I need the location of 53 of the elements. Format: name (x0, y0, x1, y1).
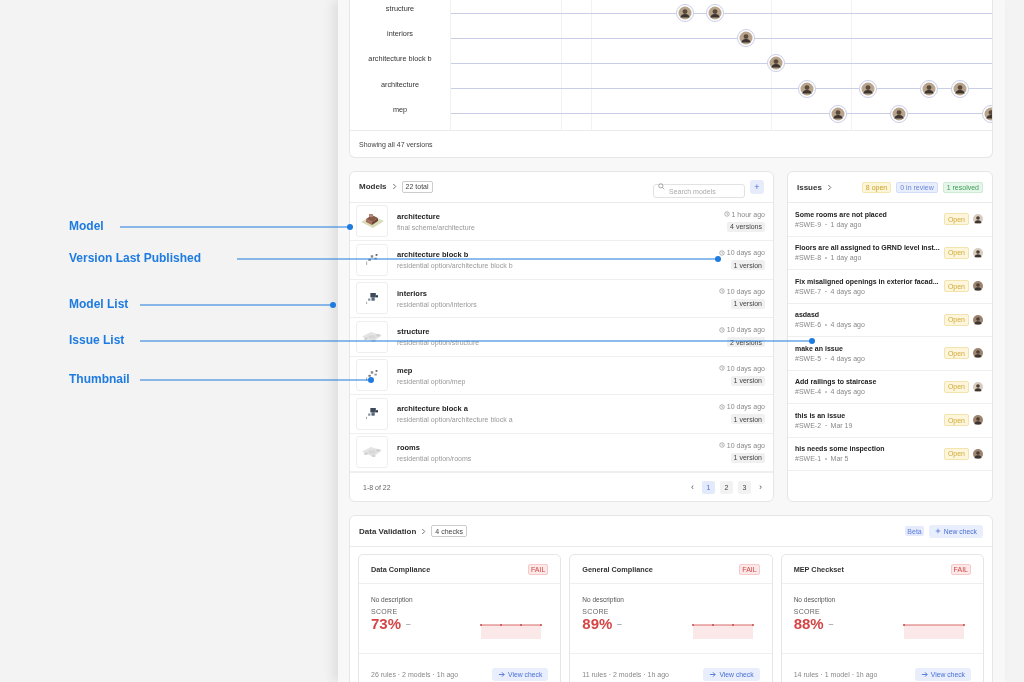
avatar-icon[interactable] (890, 104, 908, 123)
callout-label: Thumbnail (69, 372, 130, 386)
score-value: 73% (371, 615, 402, 632)
panel-title[interactable]: Issues (797, 182, 822, 192)
avatar-icon[interactable] (798, 79, 816, 98)
previous-page-button[interactable]: ‹ (688, 482, 697, 493)
callout-label: Issue List (69, 333, 125, 347)
history-icon (718, 442, 725, 449)
avatar-icon (973, 214, 983, 225)
plus-icon (934, 528, 941, 534)
avatar-icon[interactable] (920, 79, 938, 98)
score-trend: – (828, 619, 834, 628)
arrow-icon (498, 671, 506, 678)
panel-title[interactable]: Models (359, 182, 387, 192)
history-icon (718, 365, 725, 372)
callout-label: Version Last Published (69, 251, 202, 265)
sparkline (480, 624, 543, 639)
avatar-icon[interactable] (737, 29, 755, 48)
avatar-icon[interactable] (829, 104, 847, 123)
score-value: 89% (582, 615, 613, 632)
avatar-icon[interactable] (859, 79, 877, 98)
avatar-icon (973, 381, 983, 392)
avatar-icon[interactable] (767, 54, 785, 73)
sparkline (691, 624, 754, 639)
score-trend: – (617, 619, 622, 628)
callout-label: Model (69, 219, 104, 233)
avatar-icon (973, 281, 983, 292)
score-value: 88% (793, 615, 824, 632)
search-icon (658, 183, 665, 191)
next-page-button[interactable]: › (756, 482, 765, 493)
history-icon (718, 250, 725, 256)
history-icon (718, 288, 725, 295)
add-button[interactable]: + (750, 179, 764, 194)
avatar-icon[interactable] (951, 79, 969, 98)
arrow-icon (920, 671, 928, 678)
avatar-icon[interactable] (706, 4, 724, 22)
avatar-icon (973, 247, 983, 258)
chevron-icon (391, 183, 397, 191)
history-icon (718, 404, 725, 410)
panel-title[interactable]: Data Validation (359, 526, 417, 536)
avatar-icon (973, 314, 983, 325)
avatar-icon (973, 448, 983, 459)
sparkline (903, 624, 965, 639)
chevron-icon (421, 527, 427, 535)
score-trend: – (406, 619, 411, 628)
avatar-icon[interactable] (676, 4, 694, 22)
avatar-icon (973, 415, 983, 426)
history-icon (723, 211, 730, 218)
history-icon (718, 327, 725, 333)
chevron-icon (826, 183, 832, 191)
callout-label: Model List (69, 297, 129, 311)
arrow-icon (709, 671, 717, 678)
avatar-icon (973, 348, 983, 359)
